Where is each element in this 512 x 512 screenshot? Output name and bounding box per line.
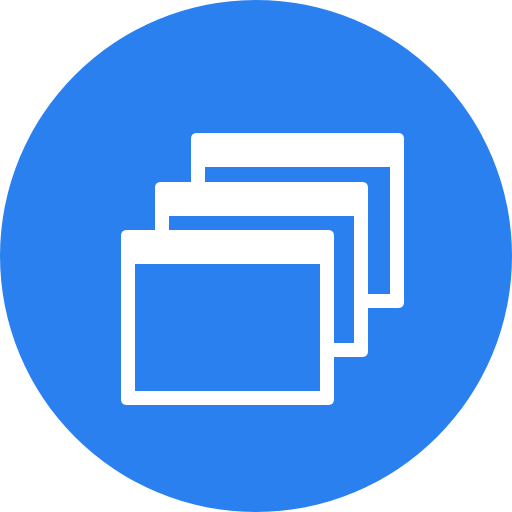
window-middle-dot-3 xyxy=(215,192,226,203)
window-back-dot-1 xyxy=(205,147,216,158)
window-front-dot-1 xyxy=(135,240,146,251)
window-middle-dot-1 xyxy=(169,192,180,203)
multiple-windows-icon xyxy=(0,0,512,512)
window-middle-dot-2 xyxy=(192,192,203,203)
window-front-dot-3 xyxy=(181,240,192,251)
window-back-dot-2 xyxy=(228,147,239,158)
app-icon xyxy=(0,0,512,512)
window-front-bar xyxy=(298,240,320,251)
window-front-dot-2 xyxy=(158,240,169,251)
window-front xyxy=(121,230,334,405)
window-middle-bar xyxy=(334,192,356,203)
window-back-dot-3 xyxy=(251,147,262,158)
window-back-bar xyxy=(370,147,392,158)
